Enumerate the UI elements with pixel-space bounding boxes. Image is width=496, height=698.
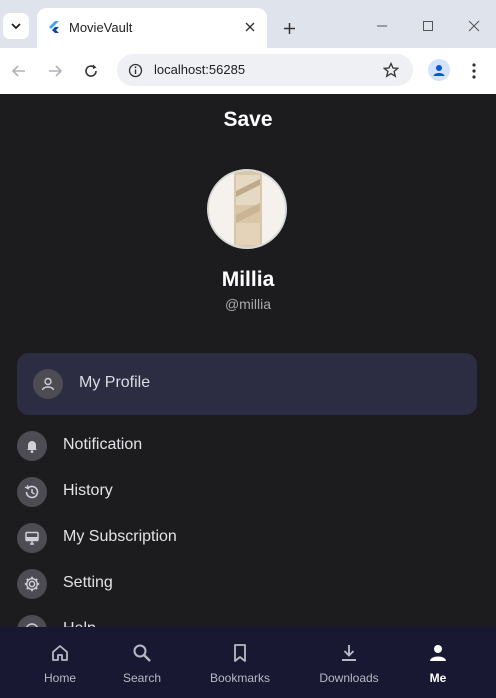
page-title: Save bbox=[223, 108, 273, 131]
minimize-icon[interactable] bbox=[370, 14, 394, 38]
tab-search-button[interactable] bbox=[3, 13, 29, 39]
nav-home[interactable]: Home bbox=[38, 627, 82, 698]
nav-label-bookmarks: Bookmarks bbox=[209, 671, 271, 685]
menu-item-setting[interactable]: Setting bbox=[17, 564, 477, 604]
browser-tab-strip: MovieVault bbox=[0, 0, 496, 48]
nav-search[interactable]: Search bbox=[118, 627, 166, 698]
download-icon bbox=[337, 641, 361, 665]
user-name: Millia bbox=[221, 268, 275, 291]
app-viewport: Save Millia @millia My Profile Notificat… bbox=[0, 94, 496, 698]
gear-icon bbox=[17, 569, 47, 599]
flutter-favicon-icon bbox=[49, 21, 59, 33]
menu-item-my-subscription[interactable]: My Subscription bbox=[17, 518, 477, 558]
menu-item-notification[interactable]: Notification bbox=[17, 426, 477, 466]
site-info-icon[interactable] bbox=[125, 60, 145, 80]
forward-arrow-icon[interactable] bbox=[43, 59, 67, 83]
nav-label-me: Me bbox=[429, 671, 447, 685]
menu-label-setting: Setting bbox=[63, 574, 113, 591]
browser-toolbar: localhost:56285 bbox=[0, 48, 496, 94]
browser-profile-icon[interactable] bbox=[428, 59, 450, 81]
address-bar[interactable]: localhost:56285 bbox=[117, 54, 413, 86]
tab-close-icon[interactable] bbox=[241, 18, 259, 36]
nav-me[interactable]: Me bbox=[418, 627, 458, 698]
bookmark-icon bbox=[228, 641, 252, 665]
menu-label-notification: Notification bbox=[63, 436, 143, 453]
menu-label-history: History bbox=[63, 482, 113, 499]
nav-label-downloads: Downloads bbox=[319, 671, 379, 685]
menu-item-history[interactable]: History bbox=[17, 472, 477, 512]
nav-downloads[interactable]: Downloads bbox=[314, 627, 384, 698]
user-handle: @millia bbox=[224, 296, 272, 312]
browser-tab-active[interactable]: MovieVault bbox=[37, 8, 267, 48]
tab-title: MovieVault bbox=[69, 20, 133, 35]
new-tab-plus-icon[interactable] bbox=[278, 17, 300, 39]
window-close-icon[interactable] bbox=[462, 14, 486, 38]
nav-bookmarks[interactable]: Bookmarks bbox=[204, 627, 276, 698]
bottom-navigation: Home Search Bookmarks Downloads Me bbox=[0, 627, 496, 698]
monitor-icon bbox=[17, 523, 47, 553]
nav-label-home: Home bbox=[43, 671, 76, 685]
avatar[interactable] bbox=[207, 169, 287, 249]
back-arrow-icon[interactable] bbox=[7, 59, 31, 83]
menu-label-my-profile: My Profile bbox=[79, 374, 151, 391]
home-icon bbox=[48, 641, 72, 665]
chevron-down-icon bbox=[11, 23, 21, 30]
person-icon bbox=[33, 369, 63, 399]
menu-item-my-profile[interactable]: My Profile bbox=[17, 353, 477, 415]
reload-icon[interactable] bbox=[79, 59, 103, 83]
bookmark-star-icon[interactable] bbox=[381, 60, 401, 80]
url-text: localhost:56285 bbox=[154, 62, 246, 77]
avatar-image bbox=[209, 171, 285, 247]
maximize-icon[interactable] bbox=[416, 14, 440, 38]
nav-label-search: Search bbox=[122, 671, 162, 685]
search-icon bbox=[130, 641, 154, 665]
bell-icon bbox=[17, 431, 47, 461]
history-icon bbox=[17, 477, 47, 507]
menu-label-my-subscription: My Subscription bbox=[63, 528, 177, 545]
more-menu-icon[interactable] bbox=[466, 59, 482, 83]
person-icon bbox=[426, 641, 450, 665]
